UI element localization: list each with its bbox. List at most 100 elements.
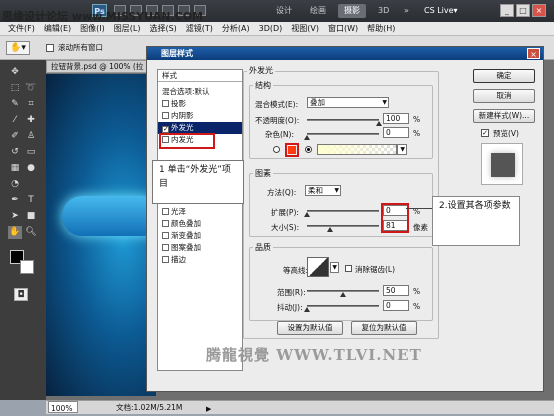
style-gradient-overlay[interactable]: 渐变叠加: [158, 230, 242, 242]
technique-select[interactable]: 柔和: [305, 185, 341, 196]
opacity-label: 不透明度(O):: [255, 116, 300, 125]
size-slider-thumb[interactable]: [327, 227, 334, 232]
style-color-overlay[interactable]: 颜色叠加: [158, 218, 242, 230]
style-blending-options[interactable]: 混合选项:默认: [158, 86, 242, 98]
dialog-close-button[interactable]: ×: [527, 48, 540, 59]
pen-tool-icon[interactable]: ✒: [8, 194, 22, 207]
crop-tool-icon[interactable]: ⌗: [24, 98, 38, 111]
glow-color-swatch[interactable]: [288, 146, 296, 154]
style-checkbox[interactable]: [162, 220, 169, 227]
lasso-tool-icon[interactable]: ➰: [24, 82, 38, 95]
size-slider-track[interactable]: [307, 225, 379, 227]
workspace-photography[interactable]: 摄影: [338, 4, 366, 18]
dodge-tool-icon[interactable]: ◔: [8, 178, 22, 191]
style-checkbox[interactable]: [162, 112, 169, 119]
spread-slider-thumb[interactable]: [304, 212, 310, 217]
doc-size-info: 文档:1.02M/5.21M: [116, 403, 183, 412]
style-stroke[interactable]: 描边: [158, 254, 242, 266]
opacity-slider-thumb[interactable]: [376, 121, 382, 126]
menu-view[interactable]: 视图(V): [291, 22, 319, 35]
style-checkbox-checked[interactable]: ✓: [162, 126, 169, 133]
status-arrow-icon[interactable]: ▶: [206, 403, 211, 416]
contour-dropdown[interactable]: [330, 262, 339, 273]
eraser-tool-icon[interactable]: ▭: [24, 146, 38, 159]
workspace-painting[interactable]: 绘画: [304, 4, 332, 18]
new-style-button[interactable]: 新建样式(W)...: [473, 109, 535, 123]
healing-brush-tool-icon[interactable]: ✚: [24, 114, 38, 127]
spread-slider-track[interactable]: [307, 210, 379, 212]
cs-live-button[interactable]: CS Live▾: [424, 4, 458, 18]
scroll-all-windows-checkbox[interactable]: [46, 44, 54, 52]
contour-preview[interactable]: [307, 257, 329, 277]
gradient-radio[interactable]: [305, 146, 312, 153]
antialias-checkbox[interactable]: [345, 265, 352, 272]
preview-checkbox[interactable]: ✓: [481, 129, 489, 137]
jitter-slider-track[interactable]: [307, 305, 379, 307]
style-satin[interactable]: 光泽: [158, 206, 242, 218]
gradient-tool-icon[interactable]: ▦: [8, 162, 22, 175]
range-slider-thumb[interactable]: [340, 292, 346, 297]
hand-tool-preset-icon[interactable]: ✋▾: [6, 41, 30, 55]
range-label: 范围(R):: [277, 288, 306, 297]
cancel-button[interactable]: 取消: [473, 89, 535, 103]
type-tool-icon[interactable]: T: [24, 194, 38, 207]
elements-title: 图素: [253, 168, 273, 179]
jitter-input[interactable]: 0: [383, 300, 409, 311]
solid-color-radio[interactable]: [273, 146, 280, 153]
blur-tool-icon[interactable]: ●: [24, 162, 38, 175]
opacity-input[interactable]: 100: [383, 113, 409, 124]
contour-label: 等高线:: [283, 266, 309, 275]
style-inner-shadow[interactable]: 内阴影: [158, 110, 242, 122]
zoom-tool-icon[interactable]: 🔍︎: [24, 226, 38, 239]
style-checkbox[interactable]: [162, 208, 169, 215]
clone-stamp-tool-icon[interactable]: ♙: [24, 130, 38, 143]
reset-default-button[interactable]: 复位为默认值: [351, 321, 417, 335]
blend-mode-label: 混合模式(E):: [255, 100, 299, 109]
workspace-more[interactable]: »: [398, 4, 415, 18]
preview-thumbnail: [491, 153, 515, 177]
style-checkbox[interactable]: [162, 244, 169, 251]
minimize-button[interactable]: _: [500, 4, 514, 17]
step2-connector: [406, 208, 432, 209]
quick-select-tool-icon[interactable]: ✎: [8, 98, 22, 111]
make-default-button[interactable]: 设置为默认值: [277, 321, 343, 335]
jitter-slider-thumb[interactable]: [304, 307, 310, 312]
hand-tool-icon-active[interactable]: ✋: [8, 226, 22, 239]
path-select-tool-icon[interactable]: ➤: [8, 210, 22, 223]
style-drop-shadow[interactable]: 投影: [158, 98, 242, 110]
workspace-3d[interactable]: 3D: [372, 4, 395, 18]
range-input[interactable]: 50: [383, 285, 409, 296]
noise-slider-thumb[interactable]: [304, 135, 310, 140]
shape-tool-icon[interactable]: ■: [24, 210, 38, 223]
structure-title: 结构: [253, 80, 273, 91]
radio-dot: [307, 148, 310, 151]
move-tool-icon[interactable]: ✥: [8, 66, 22, 79]
opacity-slider-track[interactable]: [307, 119, 379, 121]
brush-tool-icon[interactable]: ✐: [8, 130, 22, 143]
background-color-swatch[interactable]: [20, 260, 34, 274]
style-checkbox[interactable]: [162, 256, 169, 263]
style-checkbox[interactable]: [162, 100, 169, 107]
ok-button[interactable]: 确定: [473, 69, 535, 83]
noise-slider-track[interactable]: [307, 133, 379, 135]
glow-gradient-swatch[interactable]: [317, 144, 397, 155]
marquee-tool-icon[interactable]: ⬚: [8, 82, 22, 95]
history-brush-tool-icon[interactable]: ↺: [8, 146, 22, 159]
maximize-button[interactable]: □: [516, 4, 530, 17]
quick-mask-icon[interactable]: ◘: [14, 288, 28, 301]
noise-label: 杂色(N):: [265, 130, 294, 139]
style-pattern-overlay[interactable]: 图案叠加: [158, 242, 242, 254]
style-label: 内阴影: [171, 111, 194, 120]
menu-help[interactable]: 帮助(H): [367, 22, 395, 35]
menu-window[interactable]: 窗口(W): [328, 22, 358, 35]
eyedropper-tool-icon[interactable]: ⁄: [8, 114, 22, 127]
close-button[interactable]: ×: [532, 4, 546, 17]
style-checkbox[interactable]: [162, 232, 169, 239]
menu-3d[interactable]: 3D(D): [259, 22, 283, 35]
gradient-dropdown[interactable]: [397, 144, 407, 155]
menu-analysis[interactable]: 分析(A): [222, 22, 250, 35]
blend-mode-select[interactable]: 叠加: [307, 97, 389, 108]
noise-input[interactable]: 0: [383, 127, 409, 138]
workspace-design[interactable]: 设计: [270, 4, 298, 18]
zoom-field[interactable]: 100%: [48, 401, 78, 413]
